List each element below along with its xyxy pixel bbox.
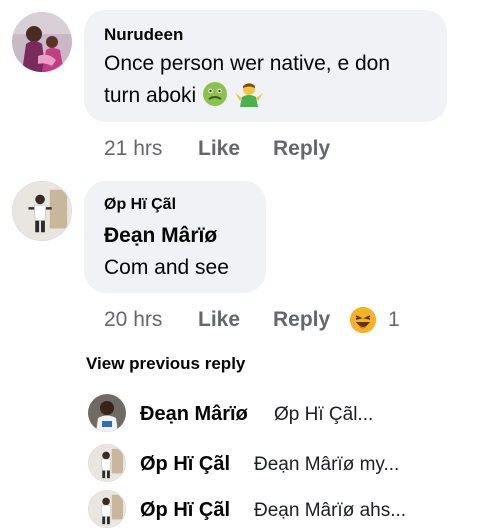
like-button[interactable]: Like bbox=[198, 137, 240, 161]
reply-author[interactable]: Đeạn Mârïø bbox=[140, 403, 248, 426]
comment-text: turn aboki bbox=[104, 84, 197, 107]
reply-author[interactable]: Øp Hï Çãl bbox=[140, 499, 230, 522]
like-button[interactable]: Like bbox=[198, 308, 240, 332]
avatar[interactable] bbox=[88, 490, 126, 528]
comment-text-line-1: Once person wer native, e don bbox=[104, 52, 391, 75]
reply-preview: Đeạn Mârïø ahs... bbox=[254, 500, 407, 521]
reaction-count: 1 bbox=[388, 308, 400, 331]
comment-text-line-2: turn aboki bbox=[104, 80, 264, 112]
avatar[interactable] bbox=[12, 181, 72, 241]
avatar[interactable] bbox=[88, 394, 126, 432]
reply-button[interactable]: Reply bbox=[273, 137, 330, 161]
nauseated-face-emoji-icon bbox=[202, 81, 228, 107]
view-previous-reply-link[interactable]: View previous reply bbox=[86, 354, 245, 374]
reply-item[interactable]: Øp Hï Çãl Đeạn Mârïø ahs... bbox=[88, 490, 480, 530]
avatar[interactable] bbox=[88, 444, 126, 482]
reply-item[interactable]: Øp Hï Çãl Đeạn Mârïø my... bbox=[88, 444, 480, 484]
reaction-summary[interactable]: 1 bbox=[350, 306, 410, 334]
shrug-emoji-icon bbox=[234, 81, 264, 107]
mention-link[interactable]: Đeạn Mârïø bbox=[104, 220, 217, 252]
comment-timestamp[interactable]: 20 hrs bbox=[104, 308, 162, 332]
reply-preview: Đeạn Mârïø my... bbox=[254, 454, 400, 475]
reply-item[interactable]: Đeạn Mârïø Øp Hï Çãl... bbox=[88, 394, 480, 434]
comment-author[interactable]: Nurudeen bbox=[104, 25, 183, 45]
laughing-emoji-icon bbox=[350, 307, 376, 333]
reply-author[interactable]: Øp Hï Çãl bbox=[140, 453, 230, 476]
avatar[interactable] bbox=[12, 12, 72, 72]
reply-button[interactable]: Reply bbox=[273, 308, 330, 332]
reply-preview: Øp Hï Çãl... bbox=[274, 404, 374, 425]
comment-timestamp[interactable]: 21 hrs bbox=[104, 137, 162, 161]
comment-text: Com and see bbox=[104, 256, 229, 279]
comment-author[interactable]: Øp Hï Çãl bbox=[104, 196, 176, 214]
